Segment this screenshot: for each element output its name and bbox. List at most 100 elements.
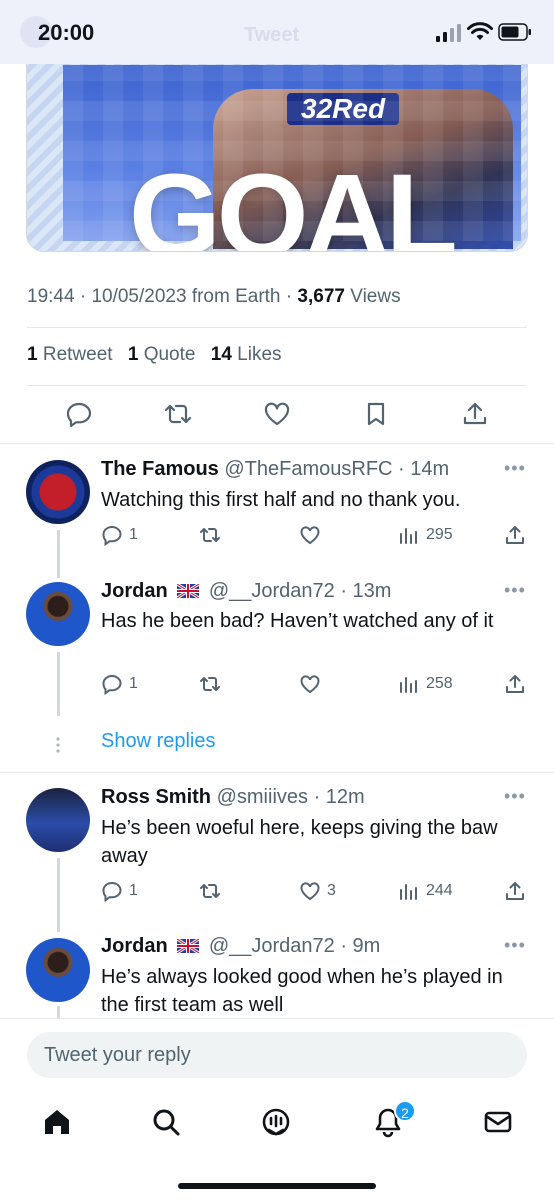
avatar[interactable]: [26, 460, 90, 524]
sponsor-logo: 32Red: [287, 93, 400, 125]
reply-header: Ross Smith @smiiives · 12m: [101, 786, 365, 808]
reply-text: Has he been bad? Haven’t watched any of …: [101, 610, 494, 632]
more-options-icon[interactable]: •••: [504, 580, 526, 601]
thread-line: [57, 530, 60, 578]
reply-text: He’s always looked good when he’s played…: [101, 966, 503, 1016]
like-button[interactable]: [299, 524, 321, 546]
reply-actions: 1 3 244: [101, 880, 531, 906]
home-icon[interactable]: [41, 1106, 73, 1138]
spaces-icon[interactable]: [260, 1106, 292, 1138]
reply-icon: [102, 881, 122, 902]
likes-link[interactable]: 14 Likes: [211, 344, 282, 365]
views-count: 3,677: [297, 286, 345, 307]
views-button[interactable]: 258: [398, 673, 453, 695]
share-button[interactable]: [504, 880, 526, 902]
share-icon: [506, 675, 524, 693]
divider: [27, 385, 527, 386]
reply-time: 12m: [325, 786, 365, 808]
battery-icon: [498, 23, 531, 41]
bookmark-icon[interactable]: [362, 400, 390, 428]
views-icon: [400, 884, 417, 900]
divider: [0, 772, 554, 773]
retweet-icon: [200, 884, 220, 898]
reply-author-name[interactable]: The Famous: [101, 458, 219, 480]
retweet-button[interactable]: [199, 524, 221, 546]
reply-author-handle[interactable]: @__Jordan72: [209, 935, 335, 957]
avatar[interactable]: [26, 788, 90, 852]
more-options-icon[interactable]: •••: [504, 786, 526, 807]
reply-button[interactable]: 1: [101, 524, 138, 546]
reply-author-name[interactable]: Jordan: [101, 935, 168, 957]
cellular-signal-icon: [436, 24, 461, 42]
notifications-badge: 2: [394, 1100, 416, 1122]
reply-actions: 1 295: [101, 524, 531, 550]
tweet-time: 19:44: [27, 286, 75, 307]
like-icon: [300, 526, 320, 545]
retweet-icon[interactable]: [164, 400, 192, 428]
tab-bar: [0, 1102, 554, 1146]
reply-actions: 1 258: [101, 673, 531, 699]
reply-button[interactable]: 1: [101, 673, 138, 695]
views-icon: [400, 677, 417, 693]
thread-dots-icon: [56, 737, 60, 753]
reply-author-handle[interactable]: @TheFamousRFC: [224, 458, 392, 480]
retweet-icon: [200, 528, 220, 542]
retweet-button[interactable]: [199, 673, 221, 695]
share-icon: [506, 526, 524, 544]
divider: [0, 443, 554, 444]
uk-flag-icon: [177, 584, 200, 598]
reply-button[interactable]: 1: [101, 880, 138, 902]
retweet-icon: [200, 677, 220, 691]
thread-line: [57, 858, 60, 932]
reply-author-handle[interactable]: @__Jordan72: [209, 580, 335, 602]
more-options-icon[interactable]: •••: [504, 935, 526, 956]
reply-time: 9m: [352, 935, 381, 957]
share-button[interactable]: [504, 673, 526, 695]
more-options-icon[interactable]: •••: [504, 458, 526, 479]
goal-text: GOAL: [129, 150, 458, 252]
views-button[interactable]: 295: [398, 524, 453, 546]
views-icon: [400, 528, 417, 544]
wifi-icon: [467, 22, 493, 40]
messages-icon[interactable]: [482, 1106, 514, 1138]
share-icon[interactable]: [461, 400, 489, 428]
reply-text: He’s been woeful here, keeps giving the …: [101, 817, 498, 867]
reply-text: Watching this first half and no thank yo…: [101, 489, 461, 511]
quotes-link[interactable]: 1 Quote: [128, 344, 196, 365]
views-button[interactable]: 244: [398, 880, 453, 902]
reply-input[interactable]: Tweet your reply: [27, 1032, 527, 1078]
thread-line: [57, 652, 60, 716]
tweet-source: from Earth: [191, 286, 281, 307]
reply-icon[interactable]: [65, 400, 93, 428]
tweet-media-image[interactable]: 32Red GOAL: [26, 40, 528, 252]
tweet-timestamp-line: 19:44 · 10/05/2023 from Earth · 3,677 Vi…: [27, 286, 401, 307]
retweet-button[interactable]: [199, 880, 221, 902]
like-button[interactable]: 3: [299, 880, 336, 902]
home-indicator: [178, 1183, 376, 1189]
player-figure: [213, 89, 513, 249]
retweets-link[interactable]: 1 Retweet: [27, 344, 113, 365]
reply-icon: [102, 525, 122, 546]
avatar[interactable]: [26, 938, 90, 1002]
like-icon: [300, 675, 320, 694]
share-button[interactable]: [504, 524, 526, 546]
like-icon[interactable]: [263, 400, 291, 428]
reply-header: The Famous @TheFamousRFC · 14m: [101, 458, 450, 480]
reply-icon: [102, 674, 122, 695]
reply-author-name[interactable]: Ross Smith: [101, 786, 211, 808]
status-time: 20:00: [38, 20, 95, 45]
like-icon: [300, 882, 320, 901]
reply-input-placeholder: Tweet your reply: [44, 1044, 191, 1066]
reply-author-name[interactable]: Jordan: [101, 580, 168, 602]
share-icon: [506, 882, 524, 900]
like-button[interactable]: [299, 673, 321, 695]
reply-author-handle[interactable]: @smiiives: [217, 786, 308, 808]
reply-header: Jordan @__Jordan72 · 9m: [101, 935, 381, 957]
avatar[interactable]: [26, 582, 90, 646]
search-icon[interactable]: [150, 1106, 182, 1138]
header-title: Tweet: [244, 24, 300, 46]
media-graphic: 32Red GOAL: [63, 65, 521, 251]
show-replies-link[interactable]: Show replies: [101, 730, 216, 753]
views-label: Views: [350, 286, 401, 307]
uk-flag-icon: [177, 939, 200, 953]
